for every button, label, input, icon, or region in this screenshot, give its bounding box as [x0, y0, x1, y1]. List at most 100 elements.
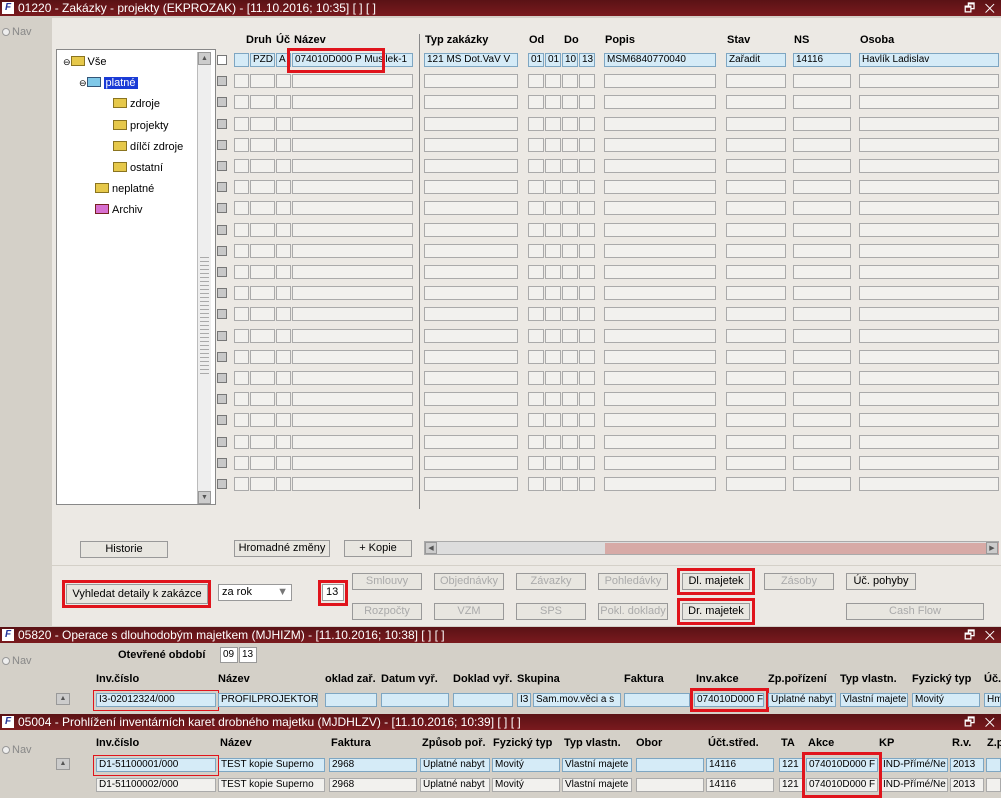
grid-cell[interactable] — [859, 180, 999, 195]
grid-cell[interactable] — [859, 137, 999, 152]
grid-cell[interactable] — [234, 116, 249, 131]
window2-controls[interactable]: 🗗 ✕ — [964, 627, 998, 643]
grid-cell[interactable] — [528, 455, 544, 470]
grid-cell[interactable] — [859, 286, 999, 301]
grid-cell[interactable] — [276, 434, 291, 449]
grid-cell[interactable] — [250, 201, 275, 216]
grid-cell[interactable] — [579, 434, 595, 449]
grid-cell[interactable] — [859, 349, 999, 364]
grid-cell[interactable] — [250, 328, 275, 343]
row-checkbox[interactable] — [217, 245, 227, 256]
grid-cell[interactable] — [562, 265, 578, 279]
grid-cell[interactable] — [528, 349, 544, 364]
grid-cell[interactable] — [424, 243, 518, 258]
cell-do-3[interactable]: 13 — [579, 53, 595, 67]
column-splitter[interactable] — [419, 34, 420, 509]
grid-cell[interactable] — [859, 307, 999, 322]
cell3-z[interactable] — [986, 758, 1001, 772]
grid-cell[interactable] — [604, 201, 716, 216]
tree-node-root[interactable]: ⊖ Vše — [63, 56, 107, 68]
scroll-left-icon[interactable]: ◀ — [425, 542, 437, 554]
grid-cell[interactable] — [604, 265, 716, 279]
cell3-rv[interactable]: 2013 — [950, 778, 984, 792]
grid-cell[interactable] — [545, 307, 561, 322]
grid-cell[interactable] — [562, 349, 578, 364]
grid-cell[interactable] — [424, 95, 518, 110]
row-checkbox[interactable] — [217, 373, 227, 383]
grid-cell[interactable] — [562, 180, 578, 195]
grid-cell[interactable] — [250, 286, 275, 301]
scroll-up-icon[interactable]: ▲ — [56, 758, 70, 770]
col-ns[interactable]: NS — [794, 34, 809, 46]
grid-cell[interactable] — [234, 180, 249, 195]
grid-cell[interactable] — [250, 222, 275, 237]
window-controls[interactable]: 🗗 ✕ — [964, 0, 998, 16]
grid-cell[interactable] — [579, 286, 595, 301]
grid-cell[interactable] — [562, 243, 578, 258]
grid-cell[interactable] — [250, 455, 275, 470]
cell3-uc[interactable]: 14116 — [706, 778, 774, 792]
grid-cell[interactable] — [250, 243, 275, 258]
row-checkbox[interactable] — [217, 118, 227, 129]
grid-cell[interactable] — [234, 243, 249, 258]
grid-cell[interactable] — [292, 286, 413, 301]
grid-cell[interactable] — [276, 95, 291, 110]
grid-cell[interactable] — [276, 349, 291, 364]
col-od[interactable]: Od — [529, 34, 544, 46]
grid-cell[interactable] — [424, 116, 518, 131]
zasoby-button[interactable]: Zásoby — [764, 573, 834, 590]
row-checkbox[interactable] — [217, 457, 227, 468]
grid-cell[interactable] — [545, 74, 561, 89]
tree-node-zdroje[interactable]: zdroje — [113, 98, 160, 110]
grid-cell[interactable] — [726, 95, 786, 110]
col2-fyz[interactable]: Fyzický typ — [912, 673, 971, 685]
col2-inv-akce[interactable]: Inv.akce — [696, 673, 739, 685]
cell2-sk1[interactable]: I3 — [517, 693, 531, 707]
grid-cell[interactable] — [604, 243, 716, 258]
grid-cell[interactable] — [793, 455, 851, 470]
grid-cell[interactable] — [579, 74, 595, 89]
grid-cell[interactable] — [562, 137, 578, 152]
vzm-button[interactable]: VZM — [434, 603, 504, 620]
sps-button[interactable]: SPS — [516, 603, 586, 620]
cell3-uc[interactable]: 14116 — [706, 758, 774, 772]
grid-cell[interactable] — [562, 455, 578, 470]
grid-cell[interactable] — [604, 137, 716, 152]
cell2-nazev[interactable]: PROFILPROJEKTOR — [218, 693, 318, 707]
grid-cell[interactable] — [579, 413, 595, 428]
scroll-right-icon[interactable]: ▶ — [986, 542, 998, 554]
col-typ-zakazky[interactable]: Typ zakázky — [425, 34, 488, 46]
row-checkbox[interactable] — [217, 139, 227, 150]
grid-cell[interactable] — [234, 222, 249, 237]
grid-cell[interactable] — [292, 477, 413, 491]
grid-cell[interactable] — [545, 434, 561, 449]
grid-cell[interactable] — [292, 201, 413, 216]
grid-cell[interactable] — [579, 95, 595, 110]
col-nazev[interactable]: Název — [294, 34, 326, 46]
cell3-ta[interactable]: 121 — [779, 778, 803, 792]
cell3-z[interactable] — [986, 778, 1001, 792]
col2-zp[interactable]: Zp.pořízení — [768, 673, 827, 685]
grid-cell[interactable] — [562, 116, 578, 131]
grid-cell[interactable] — [234, 137, 249, 152]
scroll-down-icon[interactable]: ▼ — [198, 491, 211, 504]
grid-cell[interactable] — [250, 74, 275, 89]
pokl-doklady-button[interactable]: Pokl. doklady — [598, 603, 668, 620]
grid-cell[interactable] — [859, 328, 999, 343]
grid-cell[interactable] — [793, 222, 851, 237]
grid-cell[interactable] — [276, 159, 291, 173]
grid-cell[interactable] — [726, 116, 786, 131]
year-input[interactable]: 13 — [322, 584, 344, 601]
obdobi-month[interactable]: 09 — [220, 647, 238, 663]
col2-doklad[interactable]: oklad zař. — [325, 673, 376, 685]
grid-cell[interactable] — [726, 392, 786, 407]
grid-cell[interactable] — [793, 477, 851, 491]
row-checkbox[interactable] — [217, 309, 227, 320]
grid-cell[interactable] — [579, 307, 595, 322]
row-checkbox[interactable] — [217, 203, 227, 214]
cell2-akce[interactable]: 074010D000 F — [694, 693, 764, 707]
grid-cell[interactable] — [250, 413, 275, 428]
vyhledat-detaily-button[interactable]: Vyhledat detaily k zakázce — [66, 584, 208, 604]
tree-node-projekty[interactable]: projekty — [113, 120, 169, 132]
grid-cell[interactable] — [424, 201, 518, 216]
